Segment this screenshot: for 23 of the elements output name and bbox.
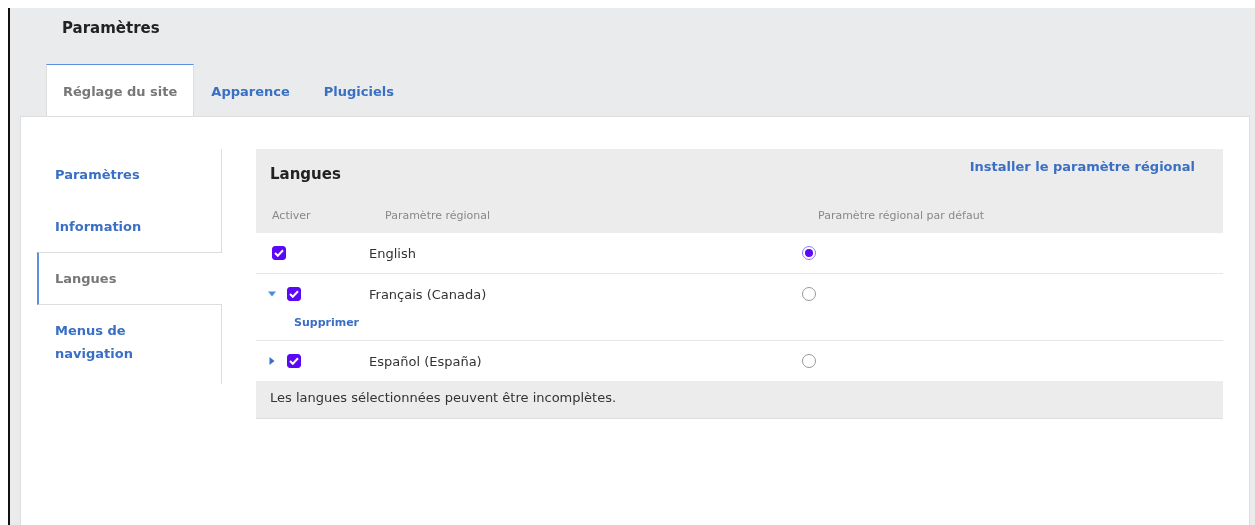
checkbox[interactable] [287, 354, 301, 368]
locale-name: Español (España) [369, 353, 482, 369]
tab[interactable]: Apparence [194, 64, 307, 117]
radio-button[interactable] [802, 246, 816, 260]
checkbox[interactable] [272, 246, 286, 260]
tab[interactable]: Plugiciels [306, 64, 411, 117]
radio-button[interactable] [802, 287, 816, 301]
radio-button[interactable] [802, 354, 816, 368]
delete-link[interactable]: Supprimer [294, 310, 360, 340]
tab[interactable]: Réglage du site [46, 64, 195, 117]
locale-name: English [369, 245, 416, 261]
checkbox[interactable] [287, 287, 301, 301]
install-locale-link[interactable]: Installer le paramètre régional [969, 159, 1195, 199]
locale-name: Français (Canada) [369, 286, 487, 302]
footer-note: Les langues sélectionnées peuvent être incomplètes. [269, 389, 618, 407]
column-header: Activer [271, 208, 312, 224]
caret-down-icon[interactable] [268, 290, 276, 298]
caret-right-icon[interactable] [268, 357, 276, 365]
side-nav-item[interactable]: Langues [37, 252, 222, 305]
column-header: Paramètre régional [384, 208, 492, 224]
card-title: Langues [270, 165, 341, 185]
page-title: Paramètres [61, 18, 161, 39]
column-header: Paramètre régional par défaut [817, 208, 985, 224]
